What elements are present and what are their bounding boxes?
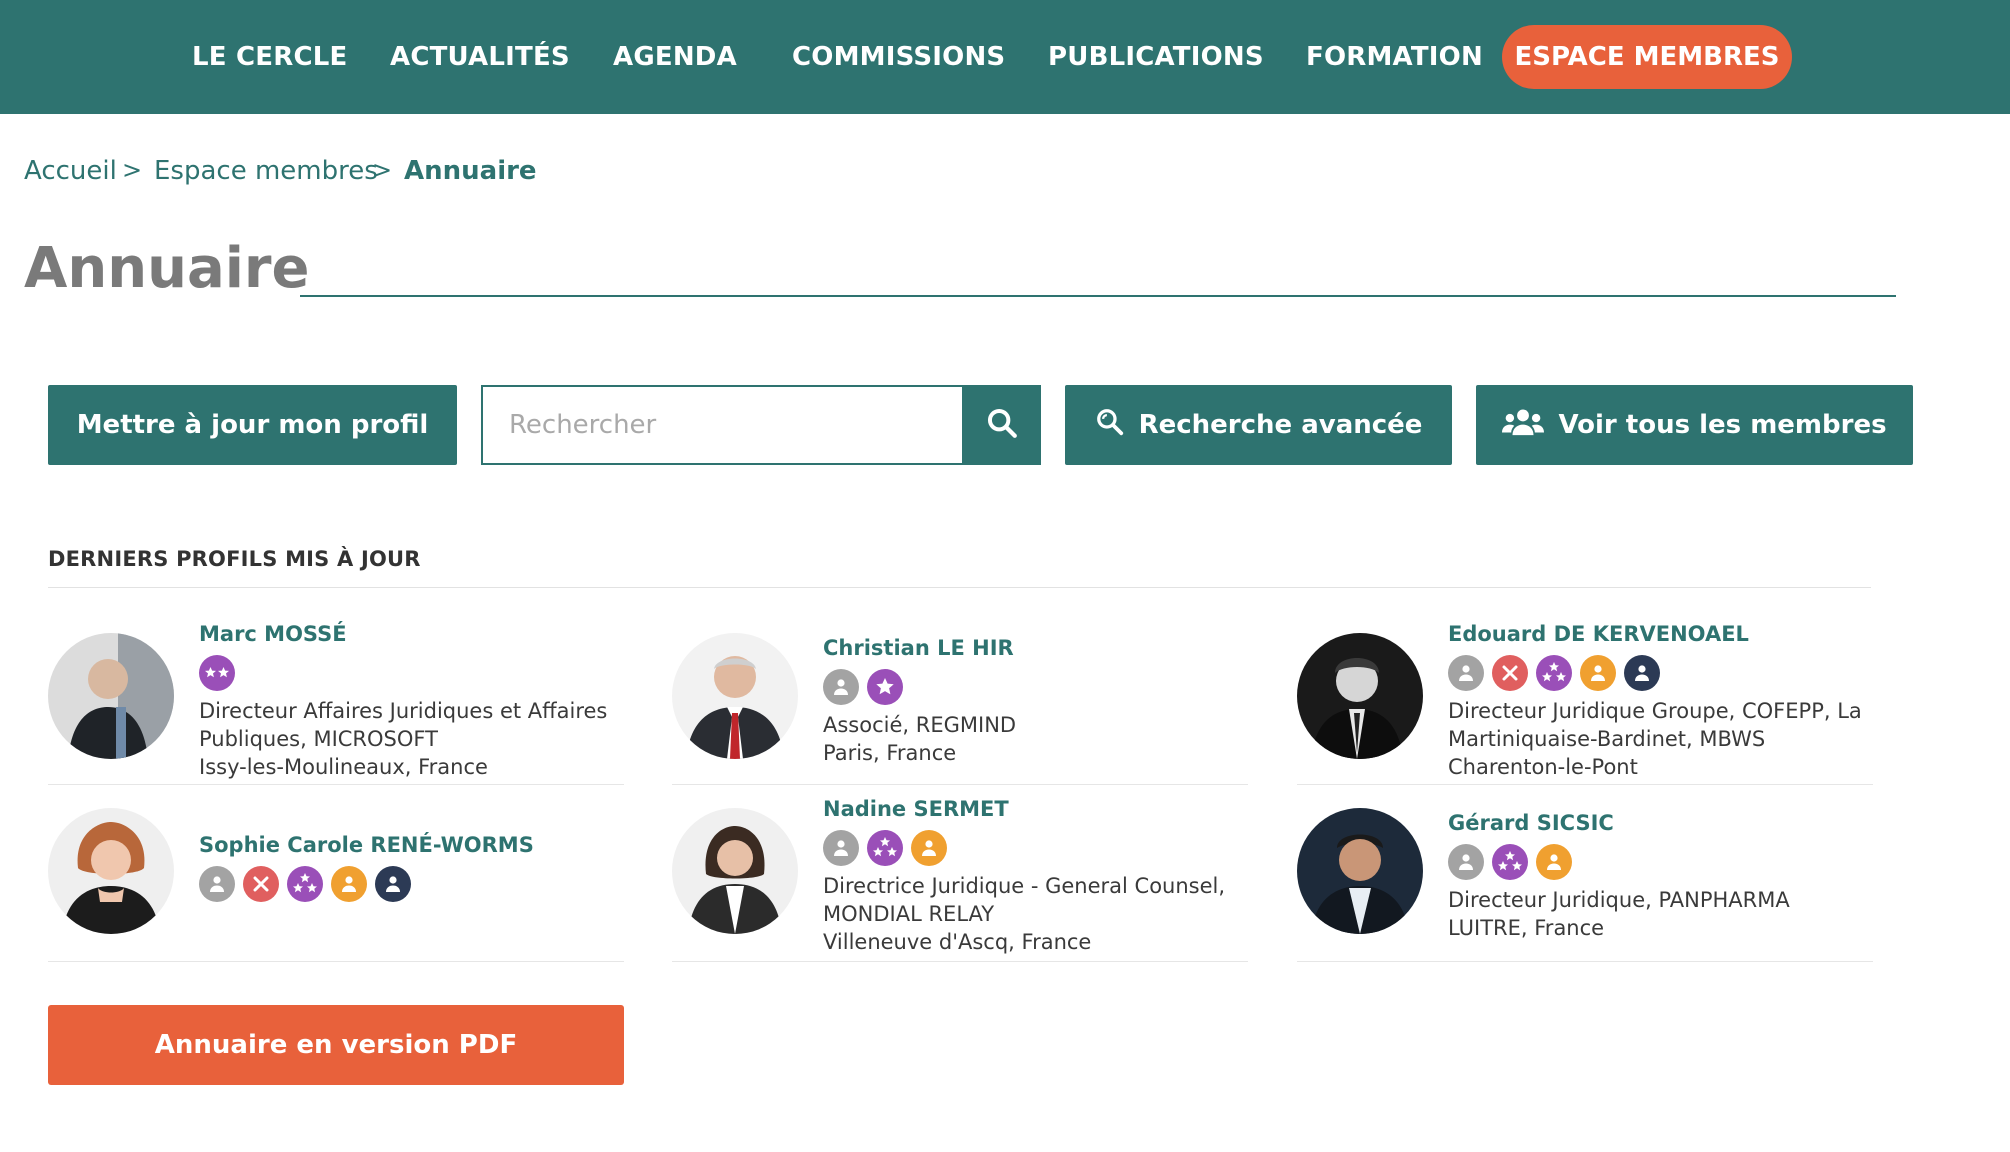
two-stars-icon xyxy=(199,655,235,691)
all-members-button[interactable]: Voir tous les membres xyxy=(1476,385,1913,465)
card-divider xyxy=(1297,784,1873,785)
profile-line: Directeur Juridique Groupe, COFEPP, La xyxy=(1448,699,1862,723)
badge-row xyxy=(199,655,607,691)
badge-row xyxy=(199,866,534,902)
profile-card[interactable]: Marc MOSSÉ Directeur Affaires Juridiques… xyxy=(48,615,624,785)
search-input[interactable] xyxy=(481,385,963,465)
profile-line: Issy-les-Moulineaux, France xyxy=(199,755,488,779)
nav-item-publications[interactable]: PUBLICATIONS xyxy=(1048,0,1264,114)
update-profile-label: Mettre à jour mon profil xyxy=(76,410,429,440)
profile-line: Directeur Affaires Juridiques et Affaire… xyxy=(199,699,608,723)
profile-line: Villeneuve d'Ascq, France xyxy=(823,930,1092,954)
expert-icon xyxy=(331,866,367,902)
pdf-directory-label: Annuaire en version PDF xyxy=(154,1030,518,1060)
page-title: Annuaire xyxy=(24,236,310,301)
board-icon xyxy=(375,866,411,902)
avatar[interactable] xyxy=(672,808,798,934)
profile-name[interactable]: Sophie Carole RENÉ-WORMS xyxy=(199,830,534,860)
card-divider xyxy=(672,784,1248,785)
profile-name[interactable]: Nadine SERMET xyxy=(823,794,1225,824)
profile-card[interactable]: Gérard SICSIC Directeur Juridique, PANPH… xyxy=(1297,790,1873,962)
badge-row xyxy=(823,830,1225,866)
profile-name[interactable]: Christian LE HIR xyxy=(823,633,1016,663)
card-divider xyxy=(48,961,624,962)
all-members-label: Voir tous les membres xyxy=(1558,410,1887,440)
nav-item-agenda[interactable]: AGENDA xyxy=(613,0,737,114)
nav-item-le-cercle[interactable]: LE CERCLE xyxy=(192,0,347,114)
expert-icon xyxy=(1536,844,1572,880)
member-icon xyxy=(1448,655,1484,691)
member-icon xyxy=(199,866,235,902)
avatar[interactable] xyxy=(1297,633,1423,759)
profile-line: Martiniquaise-Bardinet, MBWS xyxy=(1448,727,1766,751)
update-profile-button[interactable]: Mettre à jour mon profil xyxy=(48,385,457,465)
avatar[interactable] xyxy=(48,808,174,934)
expert-icon xyxy=(1580,655,1616,691)
nav-item-commissions[interactable]: COMMISSIONS xyxy=(792,0,1005,114)
avatar[interactable] xyxy=(672,633,798,759)
breadcrumb-separator: > xyxy=(122,156,143,184)
espace-membres-button[interactable]: ESPACE MEMBRES xyxy=(1502,25,1792,89)
tools-icon xyxy=(243,866,279,902)
profile-line: Associé, REGMIND xyxy=(823,713,1017,737)
section-divider xyxy=(48,587,1871,588)
profile-line: Directeur Juridique, PANPHARMA xyxy=(1448,888,1790,912)
breadcrumb-separator: > xyxy=(372,156,393,184)
top-navigation: LE CERCLE ACTUALITÉS AGENDA COMMISSIONS … xyxy=(0,0,2010,114)
card-divider xyxy=(48,784,624,785)
star-icon xyxy=(867,669,903,705)
nav-item-formation[interactable]: FORMATION xyxy=(1306,0,1483,114)
profile-line: LUITRE, France xyxy=(1448,916,1605,940)
breadcrumb-current: Annuaire xyxy=(404,156,537,186)
advanced-search-button[interactable]: Recherche avancée xyxy=(1065,385,1452,465)
profile-card[interactable]: Christian LE HIR Associé, REGMIND Paris,… xyxy=(672,615,1248,785)
badge-row xyxy=(1448,844,1790,880)
three-stars-icon xyxy=(1536,655,1572,691)
badge-row xyxy=(823,669,1016,705)
three-stars-icon xyxy=(1492,844,1528,880)
card-divider xyxy=(1297,961,1873,962)
search-icon xyxy=(985,406,1019,444)
profile-line: MONDIAL RELAY xyxy=(823,902,995,926)
profile-line: Directrice Juridique - General Counsel, xyxy=(823,874,1226,898)
member-icon xyxy=(1448,844,1484,880)
search-button[interactable] xyxy=(962,385,1041,465)
profile-card[interactable]: Nadine SERMET Directrice Juridique - Gen… xyxy=(672,790,1248,962)
nav-item-actualites[interactable]: ACTUALITÉS xyxy=(390,0,570,114)
badge-row xyxy=(1448,655,1862,691)
avatar[interactable] xyxy=(48,633,174,759)
advanced-search-icon xyxy=(1095,407,1139,444)
profile-line: Paris, France xyxy=(823,741,957,765)
section-title: DERNIERS PROFILS MIS À JOUR xyxy=(48,547,421,571)
tools-icon xyxy=(1492,655,1528,691)
title-divider xyxy=(300,295,1896,297)
member-icon xyxy=(823,830,859,866)
breadcrumb-accueil[interactable]: Accueil xyxy=(24,156,117,186)
three-stars-icon xyxy=(867,830,903,866)
expert-icon xyxy=(911,830,947,866)
breadcrumb-espace-membres[interactable]: Espace membres xyxy=(154,156,378,186)
users-icon xyxy=(1502,406,1558,445)
profile-name[interactable]: Gérard SICSIC xyxy=(1448,808,1790,838)
board-icon xyxy=(1624,655,1660,691)
three-stars-icon xyxy=(287,866,323,902)
profile-name[interactable]: Marc MOSSÉ xyxy=(199,619,607,649)
pdf-directory-button[interactable]: Annuaire en version PDF xyxy=(48,1005,624,1085)
profile-name[interactable]: Edouard DE KERVENOAEL xyxy=(1448,619,1862,649)
profile-card[interactable]: Edouard DE KERVENOAEL Directeur Juridiqu… xyxy=(1297,615,1873,785)
member-icon xyxy=(823,669,859,705)
profile-card[interactable]: Sophie Carole RENÉ-WORMS xyxy=(48,790,624,962)
avatar[interactable] xyxy=(1297,808,1423,934)
profile-line: Charenton-le-Pont xyxy=(1448,755,1638,779)
advanced-search-label: Recherche avancée xyxy=(1138,410,1423,440)
profile-line: Publiques, MICROSOFT xyxy=(199,727,438,751)
card-divider xyxy=(672,961,1248,962)
